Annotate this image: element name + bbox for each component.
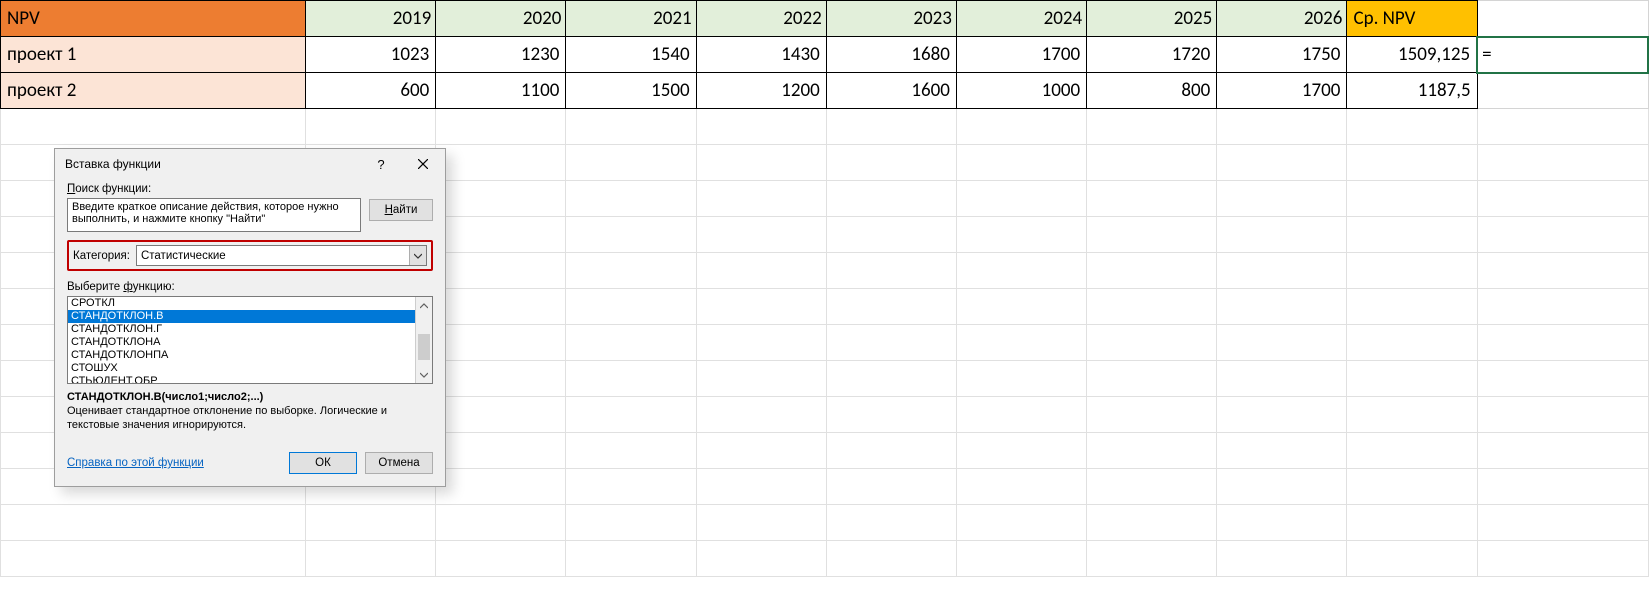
- help-link[interactable]: Справка по этой функции: [67, 457, 281, 469]
- scroll-track[interactable]: [416, 314, 432, 366]
- search-label: Поиск функции:: [67, 183, 433, 195]
- avg-cell[interactable]: 1509,125: [1347, 37, 1477, 73]
- cell[interactable]: 1100: [436, 73, 566, 109]
- header-year[interactable]: 2022: [696, 1, 826, 37]
- header-year[interactable]: 2025: [1087, 1, 1217, 37]
- function-list-item[interactable]: СРОТКЛ: [68, 297, 415, 310]
- ok-button[interactable]: ОК: [289, 452, 357, 474]
- category-row-highlighted: Категория: Статистические: [67, 240, 433, 271]
- chevron-down-icon: [414, 253, 422, 259]
- row-label[interactable]: проект 2: [1, 73, 306, 109]
- cell[interactable]: 1230: [436, 37, 566, 73]
- header-year[interactable]: 2023: [826, 1, 956, 37]
- scroll-thumb[interactable]: [418, 334, 430, 360]
- chevron-up-icon: [420, 303, 428, 309]
- category-value: Статистические: [137, 250, 230, 262]
- dropdown-button[interactable]: [409, 246, 426, 265]
- find-button[interactable]: Найти: [369, 199, 433, 221]
- header-year[interactable]: 2019: [306, 1, 436, 37]
- cell[interactable]: 600: [306, 73, 436, 109]
- header-row: NPV 2019 2020 2021 2022 2023 2024 2025 2…: [1, 1, 1649, 37]
- header-year[interactable]: 2026: [1217, 1, 1347, 37]
- header-year[interactable]: 2021: [566, 1, 696, 37]
- scrollbar[interactable]: [415, 297, 432, 383]
- scroll-up-button[interactable]: [416, 297, 432, 314]
- select-function-label: Выберите функцию:: [67, 281, 433, 293]
- close-button[interactable]: [409, 153, 437, 175]
- category-label: Категория:: [73, 250, 130, 262]
- header-year[interactable]: 2024: [956, 1, 1086, 37]
- function-list-item[interactable]: СТАНДОТКЛОНА: [68, 336, 415, 349]
- cell[interactable]: 1500: [566, 73, 696, 109]
- cell[interactable]: 1200: [696, 73, 826, 109]
- cell[interactable]: 1750: [1217, 37, 1347, 73]
- cell[interactable]: 1700: [1217, 73, 1347, 109]
- cell[interactable]: 1600: [826, 73, 956, 109]
- cell[interactable]: 1540: [566, 37, 696, 73]
- close-icon: [418, 159, 428, 169]
- avg-cell[interactable]: 1187,5: [1347, 73, 1477, 109]
- dialog-titlebar[interactable]: Вставка функции ?: [55, 149, 445, 179]
- help-button[interactable]: ?: [367, 153, 395, 175]
- cell[interactable]: 1720: [1087, 37, 1217, 73]
- function-list[interactable]: СРОТКЛСТАНДОТКЛОН.ВСТАНДОТКЛОН.ГСТАНДОТК…: [67, 296, 433, 384]
- table-row: проект 1 1023 1230 1540 1430 1680 1700 1…: [1, 37, 1649, 73]
- function-list-item[interactable]: СТЬЮДЕНТ.ОБР: [68, 375, 415, 383]
- function-list-item[interactable]: СТАНДОТКЛОН.Г: [68, 323, 415, 336]
- cell[interactable]: 800: [1087, 73, 1217, 109]
- scroll-down-button[interactable]: [416, 366, 432, 383]
- cell[interactable]: 1700: [956, 37, 1086, 73]
- function-signature: СТАНДОТКЛОН.В(число1;число2;...): [67, 390, 433, 404]
- dialog-title: Вставка функции: [65, 157, 367, 171]
- chevron-down-icon: [420, 372, 428, 378]
- cell[interactable]: [1477, 1, 1648, 37]
- formula-cell[interactable]: =: [1477, 37, 1648, 73]
- cell[interactable]: 1430: [696, 37, 826, 73]
- cell[interactable]: [1477, 73, 1648, 109]
- category-select[interactable]: Статистические: [136, 245, 427, 266]
- cancel-button[interactable]: Отмена: [365, 452, 433, 474]
- cell[interactable]: 1000: [956, 73, 1086, 109]
- function-list-item[interactable]: СТАНДОТКЛОНПА: [68, 349, 415, 362]
- header-year[interactable]: 2020: [436, 1, 566, 37]
- header-npv[interactable]: NPV: [1, 1, 306, 37]
- header-avg-npv[interactable]: Ср. NPV: [1347, 1, 1477, 37]
- table-row: проект 2 600 1100 1500 1200 1600 1000 80…: [1, 73, 1649, 109]
- function-list-item[interactable]: СТАНДОТКЛОН.В: [68, 310, 415, 323]
- function-description-text: Оценивает стандартное отклонение по выбо…: [67, 404, 433, 432]
- cell[interactable]: 1023: [306, 37, 436, 73]
- cell[interactable]: 1680: [826, 37, 956, 73]
- row-label[interactable]: проект 1: [1, 37, 306, 73]
- search-input[interactable]: Введите краткое описание действия, котор…: [67, 198, 361, 232]
- function-list-item[interactable]: СТОШУХ: [68, 362, 415, 375]
- insert-function-dialog: Вставка функции ? Поиск функции: Введите…: [54, 148, 446, 487]
- function-description: СТАНДОТКЛОН.В(число1;число2;...) Оценива…: [67, 390, 433, 432]
